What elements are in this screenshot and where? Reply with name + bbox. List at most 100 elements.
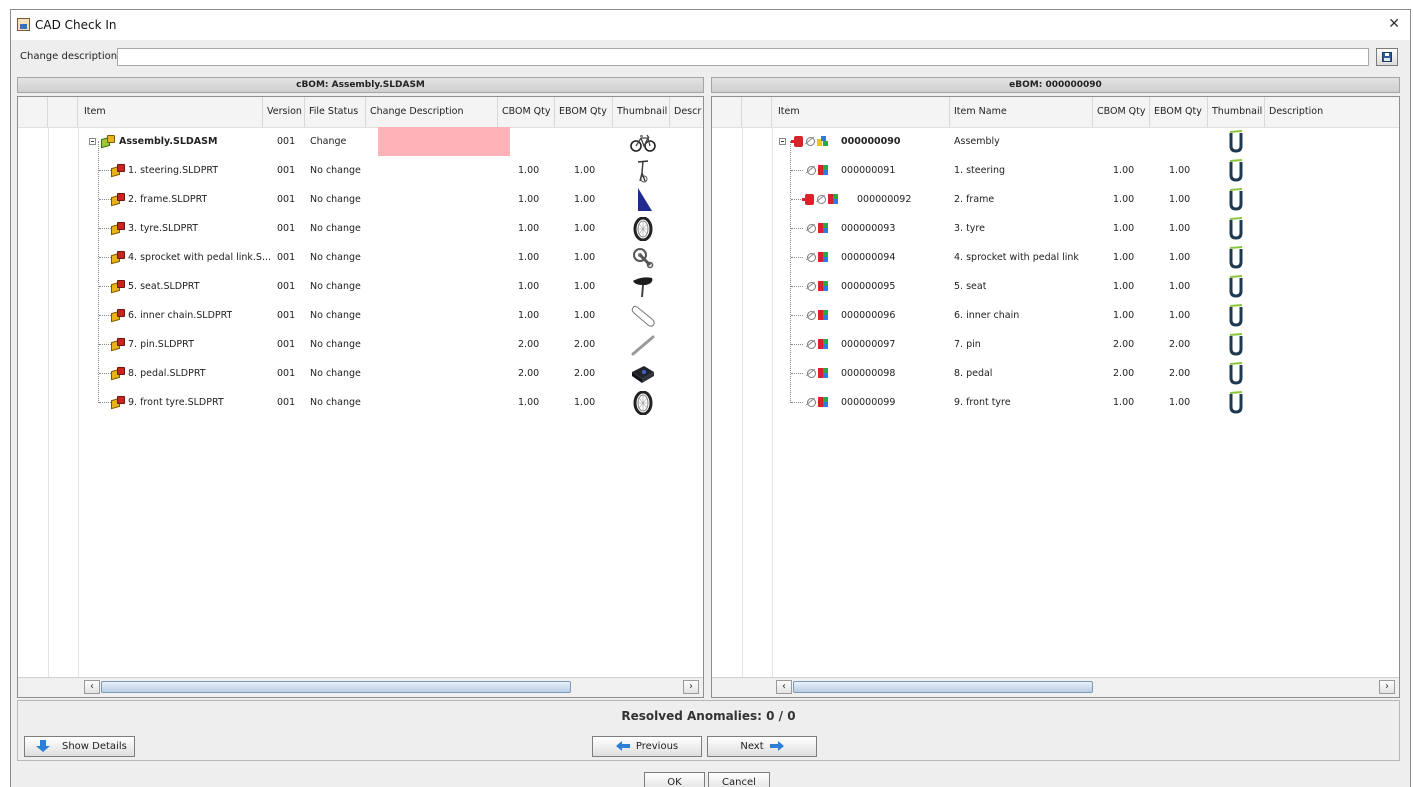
close-icon[interactable]: ✕ xyxy=(1388,16,1400,32)
table-row[interactable]: 8. pedal.SLDPRT 001 No change 2.00 2.00 xyxy=(18,359,703,388)
item-name: 2. frame xyxy=(954,194,995,205)
col-ebom-qty[interactable]: EBOM Qty xyxy=(555,97,613,127)
col-file-status[interactable]: File Status xyxy=(305,97,366,127)
collapse-icon[interactable] xyxy=(89,138,96,145)
col-description[interactable]: Descr xyxy=(670,97,703,127)
tyre-thumbnail xyxy=(633,217,653,241)
file-status: No change xyxy=(310,165,361,176)
ebom-qty: 2.00 xyxy=(574,339,596,350)
table-row[interactable]: 000000096 6. inner chain 1.00 1.00 xyxy=(712,301,1399,330)
cbom-qty: 1.00 xyxy=(518,165,540,176)
ebom-column-headers: Item Item Name CBOM Qty EBOM Qty Thumbna… xyxy=(712,97,1399,128)
pedal-thumbnail xyxy=(632,366,654,383)
table-row[interactable]: 000000092 2. frame 1.00 1.00 xyxy=(712,185,1399,214)
table-row[interactable]: 000000097 7. pin 2.00 2.00 xyxy=(712,330,1399,359)
logo-thumbnail xyxy=(1229,333,1243,356)
cbom-qty: 2.00 xyxy=(1113,339,1135,350)
table-row[interactable]: 000000094 4. sprocket with pedal link 1.… xyxy=(712,243,1399,272)
item-name: 1. steering.SLDPRT xyxy=(128,165,219,176)
table-row[interactable]: Assembly.SLDASM 001 Change xyxy=(18,127,703,156)
scroll-right-icon[interactable]: › xyxy=(1379,680,1395,694)
ebom-qty: 1.00 xyxy=(1169,194,1191,205)
ebom-gutter-col xyxy=(712,97,742,127)
scrollbar-thumb[interactable] xyxy=(101,681,571,693)
version: 001 xyxy=(277,339,296,350)
table-row[interactable]: 000000090 Assembly xyxy=(712,127,1399,156)
cancel-button[interactable]: Cancel xyxy=(708,772,770,787)
ok-button[interactable]: OK xyxy=(644,772,705,787)
link-icon xyxy=(807,311,816,320)
table-row[interactable]: 4. sprocket with pedal link.S... 001 No … xyxy=(18,243,703,272)
save-icon xyxy=(1382,52,1392,62)
table-row[interactable]: 7. pin.SLDPRT 001 No change 2.00 2.00 xyxy=(18,330,703,359)
table-row[interactable]: 1. steering.SLDPRT 001 No change 1.00 1.… xyxy=(18,156,703,185)
table-row[interactable]: 000000099 9. front tyre 1.00 1.00 xyxy=(712,388,1399,417)
table-row[interactable]: 000000098 8. pedal 2.00 2.00 xyxy=(712,359,1399,388)
item-name: 7. pin.SLDPRT xyxy=(128,339,194,350)
col-ebom-qty[interactable]: EBOM Qty xyxy=(1150,97,1208,127)
file-status: No change xyxy=(310,194,361,205)
cbom-qty: 1.00 xyxy=(1113,165,1135,176)
cbom-gutter-col xyxy=(48,97,78,127)
logo-thumbnail xyxy=(1229,362,1243,385)
col-cbom-qty[interactable]: CBOM Qty xyxy=(498,97,555,127)
save-button[interactable] xyxy=(1376,48,1398,66)
file-status: Change xyxy=(310,136,347,147)
col-description[interactable]: Description xyxy=(1265,97,1395,127)
scroll-right-icon[interactable]: › xyxy=(683,680,699,694)
ebom-table: Item Item Name CBOM Qty EBOM Qty Thumbna… xyxy=(711,96,1400,698)
table-row[interactable]: 3. tyre.SLDPRT 001 No change 1.00 1.00 xyxy=(18,214,703,243)
anomalies-panel: Resolved Anomalies: 0 / 0 Show Details P… xyxy=(17,700,1400,761)
show-details-button[interactable]: Show Details xyxy=(24,736,135,757)
col-change-description[interactable]: Change Description xyxy=(366,97,498,127)
collapse-icon[interactable] xyxy=(779,138,786,145)
col-item[interactable]: Item xyxy=(772,97,950,127)
col-thumbnail[interactable]: Thumbnail xyxy=(1208,97,1265,127)
cbom-horizontal-scrollbar[interactable]: ‹ › xyxy=(18,677,703,697)
item-name: 2. frame.SLDPRT xyxy=(128,194,208,205)
cbom-gutter-col xyxy=(18,97,48,127)
resolved-anomalies-label: Resolved Anomalies: 0 / 0 xyxy=(621,709,796,723)
logo-thumbnail xyxy=(1229,275,1243,298)
scrollbar-thumb[interactable] xyxy=(793,681,1093,693)
next-button[interactable]: Next xyxy=(707,736,817,757)
part-item-icon xyxy=(818,310,828,320)
cbom-qty: 1.00 xyxy=(518,281,540,292)
col-cbom-qty[interactable]: CBOM Qty xyxy=(1093,97,1150,127)
logo-thumbnail xyxy=(1229,217,1243,240)
table-row[interactable]: 6. inner chain.SLDPRT 001 No change 1.00… xyxy=(18,301,703,330)
table-row[interactable]: 9. front tyre.SLDPRT 001 No change 1.00 … xyxy=(18,388,703,417)
ebom-horizontal-scrollbar[interactable]: ‹ › xyxy=(712,677,1399,697)
previous-button[interactable]: Previous xyxy=(592,736,702,757)
ebom-qty: 2.00 xyxy=(1169,368,1191,379)
scroll-left-icon[interactable]: ‹ xyxy=(776,680,792,694)
cbom-column-headers: Item Version File Status Change Descript… xyxy=(18,97,703,128)
cad-check-in-window: CAD Check In ✕ Change description: cBOM:… xyxy=(10,9,1411,787)
ebom-gutter-col xyxy=(742,97,772,127)
col-thumbnail[interactable]: Thumbnail xyxy=(613,97,670,127)
part-item-icon xyxy=(818,339,828,349)
item-status-icons xyxy=(805,396,831,409)
cbom-qty: 1.00 xyxy=(1113,252,1135,263)
version: 001 xyxy=(277,397,296,408)
ebom-qty: 1.00 xyxy=(1169,223,1191,234)
change-description-cell[interactable] xyxy=(378,127,510,156)
file-status: No change xyxy=(310,223,361,234)
table-row[interactable]: 000000093 3. tyre 1.00 1.00 xyxy=(712,214,1399,243)
table-row[interactable]: 000000095 5. seat 1.00 1.00 xyxy=(712,272,1399,301)
table-row[interactable]: 5. seat.SLDPRT 001 No change 1.00 1.00 xyxy=(18,272,703,301)
cbom-qty: 1.00 xyxy=(518,310,540,321)
previous-label: Previous xyxy=(635,741,679,752)
table-row[interactable]: 2. frame.SLDPRT 001 No change 1.00 1.00 xyxy=(18,185,703,214)
window-title: CAD Check In xyxy=(35,18,117,32)
item-name: 5. seat.SLDPRT xyxy=(128,281,200,292)
item-name: 1. steering xyxy=(954,165,1006,176)
table-row[interactable]: 000000091 1. steering 1.00 1.00 xyxy=(712,156,1399,185)
change-description-input[interactable] xyxy=(117,48,1369,66)
scroll-left-icon[interactable]: ‹ xyxy=(84,680,100,694)
col-item[interactable]: Item xyxy=(78,97,263,127)
checked-out-icon xyxy=(791,136,803,147)
col-version[interactable]: Version xyxy=(263,97,305,127)
col-item-name[interactable]: Item Name xyxy=(950,97,1093,127)
logo-thumbnail xyxy=(1229,159,1243,182)
